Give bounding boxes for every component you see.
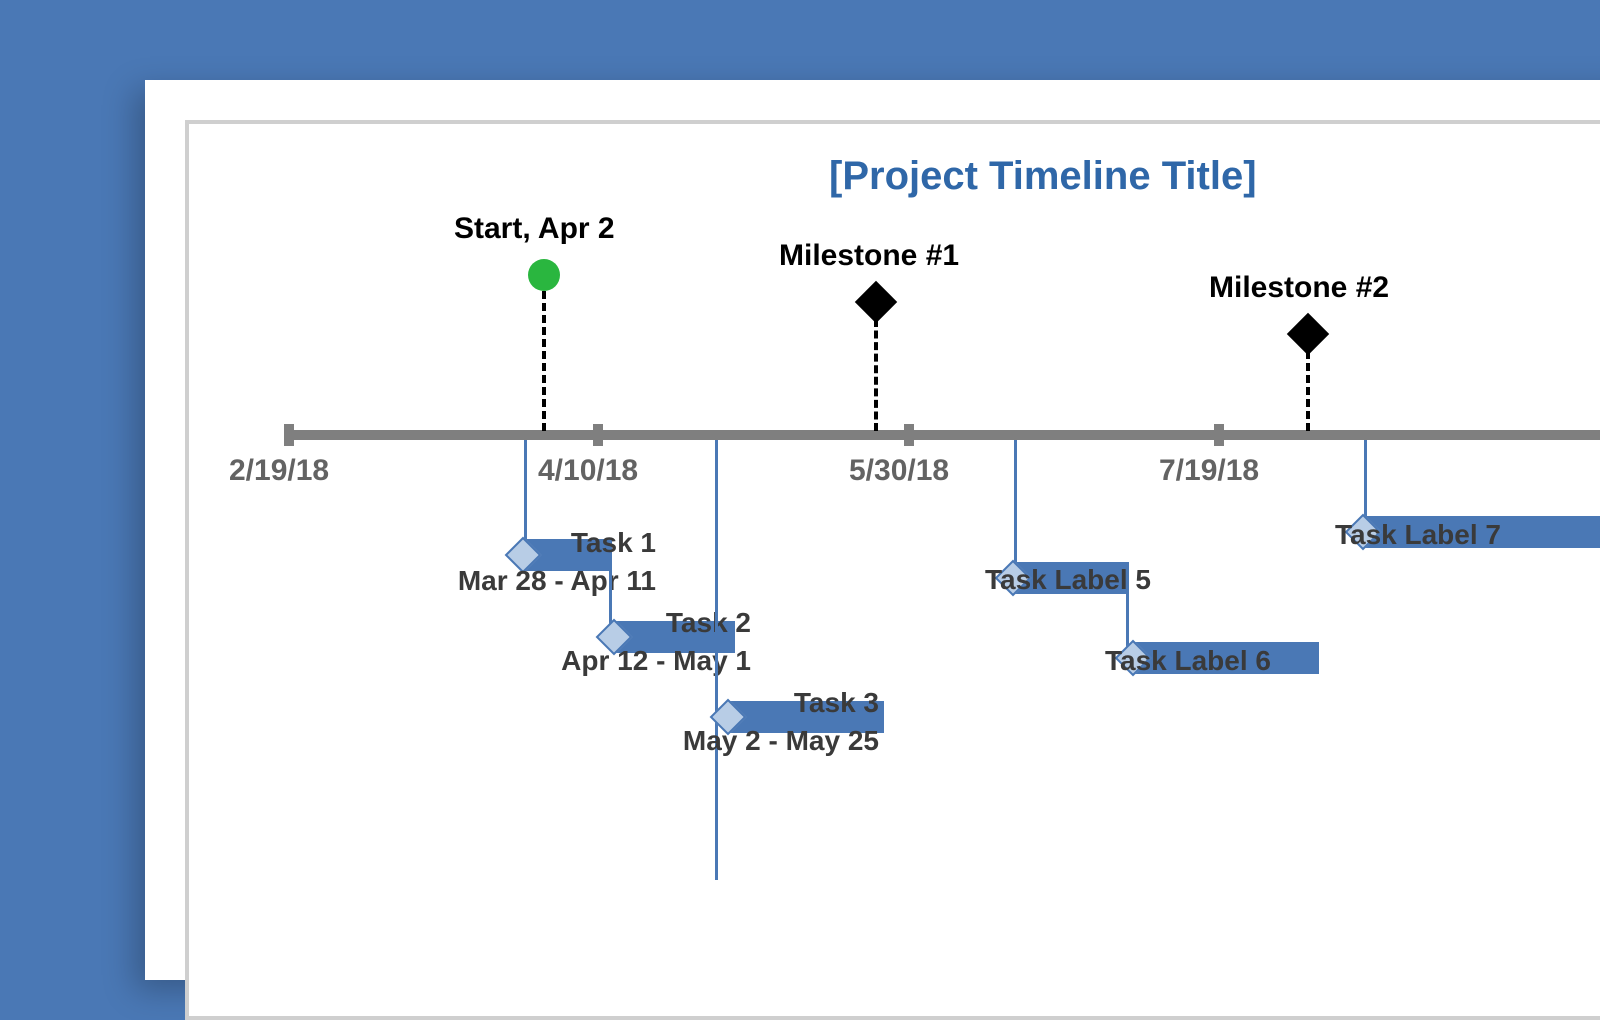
start-marker-icon [528, 259, 560, 291]
task-name: Task Label 6 [1105, 645, 1271, 676]
document-canvas: [Project Timeline Title] 2/19/18 4/10/18… [185, 120, 1600, 1020]
axis-tick [593, 424, 603, 446]
axis-tick [1214, 424, 1224, 446]
task-label: Task 2 Apr 12 - May 1 [561, 604, 751, 680]
chart-title: [Project Timeline Title] [829, 154, 1257, 199]
milestone-label: Milestone #2 [1209, 271, 1389, 305]
milestone-label: Milestone #1 [779, 239, 959, 273]
timeline-chart: [Project Timeline Title] 2/19/18 4/10/18… [189, 124, 1600, 1016]
task-name: Task 1 [571, 527, 656, 558]
milestone-connector [1306, 351, 1310, 431]
task-connector [1014, 440, 1017, 578]
milestone-connector [542, 291, 546, 431]
axis-tick [904, 424, 914, 446]
axis-tick-label: 2/19/18 [229, 454, 329, 488]
task-connector [715, 440, 718, 880]
task-date-range: May 2 - May 25 [683, 725, 879, 756]
milestone-diamond-icon [1287, 313, 1329, 355]
document-page: [Project Timeline Title] 2/19/18 4/10/18… [145, 80, 1600, 980]
axis-tick [284, 424, 294, 446]
task-label: Task Label 6 [1105, 642, 1271, 680]
axis-tick-label: 7/19/18 [1159, 454, 1259, 488]
timeline-axis [284, 430, 1600, 440]
task-name: Task 2 [666, 607, 751, 638]
task-date-range: Apr 12 - May 1 [561, 645, 751, 676]
task-label: Task 3 May 2 - May 25 [683, 684, 879, 760]
task-name: Task Label 7 [1335, 519, 1501, 550]
axis-tick-label: 4/10/18 [538, 454, 638, 488]
task-name: Task 3 [794, 687, 879, 718]
task-date-range: Mar 28 - Apr 11 [458, 565, 656, 596]
task-label: Task 1 Mar 28 - Apr 11 [458, 524, 656, 600]
axis-tick-label: 5/30/18 [849, 454, 949, 488]
milestone-label-start: Start, Apr 2 [454, 212, 615, 246]
task-label: Task Label 7 [1335, 516, 1501, 554]
task-name: Task Label 5 [985, 564, 1151, 595]
milestone-connector [874, 319, 878, 431]
milestone-diamond-icon [855, 281, 897, 323]
